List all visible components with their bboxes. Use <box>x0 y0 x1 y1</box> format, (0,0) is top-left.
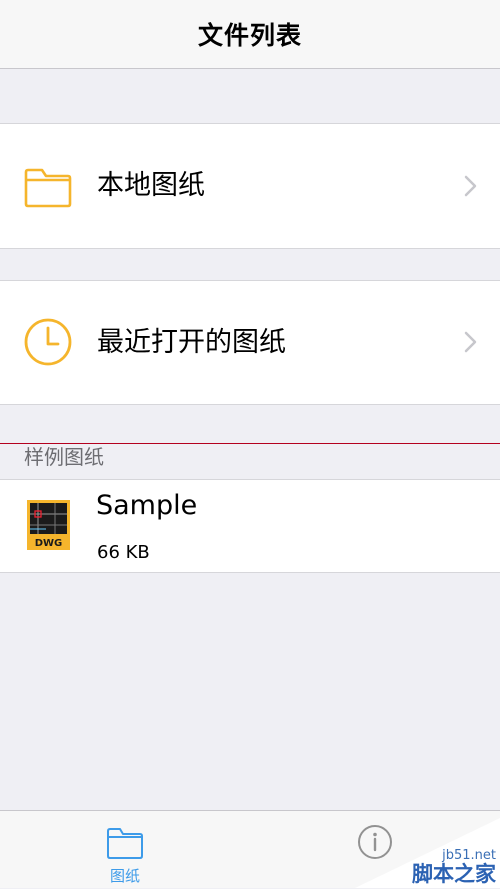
dwg-badge: DWG <box>35 538 63 549</box>
recent-drawings-label: 最近打开的图纸 <box>97 327 286 358</box>
clock-icon <box>23 317 73 367</box>
local-drawings-row[interactable]: 本地图纸 <box>0 123 500 249</box>
file-name: Sample <box>96 490 198 521</box>
watermark-name: 脚本之家 <box>412 862 496 886</box>
tab-drawings-label: 图纸 <box>109 867 140 885</box>
dwg-file-icon: DWG <box>26 499 71 551</box>
chevron-right-icon <box>464 331 478 353</box>
tab-drawings[interactable]: 图纸 <box>65 811 185 889</box>
chevron-right-icon <box>464 175 478 197</box>
navigation-bar: 文件列表 <box>0 0 500 69</box>
sample-file-row[interactable]: DWG Sample 66 KB <box>0 479 500 573</box>
sample-section-header: 样例图纸 <box>24 445 104 469</box>
local-drawings-label: 本地图纸 <box>97 170 205 201</box>
watermark-url: jb51.net <box>442 848 496 863</box>
page-title: 文件列表 <box>197 21 302 50</box>
file-size: 66 KB <box>97 542 150 563</box>
site-watermark: jb51.net 脚本之家 <box>355 818 500 888</box>
recent-drawings-row[interactable]: 最近打开的图纸 <box>0 280 500 405</box>
folder-icon <box>23 161 73 211</box>
folder-tab-icon <box>106 823 144 861</box>
